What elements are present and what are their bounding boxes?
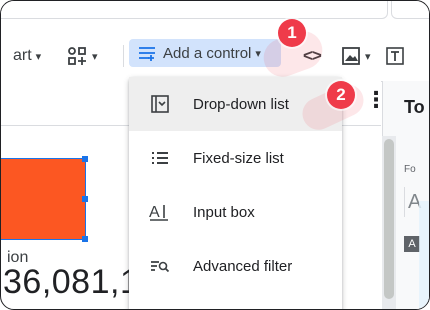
control-icon — [139, 47, 155, 61]
menu-item-input-box[interactable]: A Input box — [129, 185, 342, 239]
menu-item-label: Fixed-size list — [193, 149, 284, 167]
image-icon — [342, 47, 360, 65]
add-control-label: Add a control — [163, 44, 252, 62]
text-box-icon — [386, 47, 404, 65]
chevron-down-icon: ▾ — [365, 50, 371, 63]
resize-handle[interactable] — [82, 196, 88, 202]
panel-highlight — [419, 201, 429, 309]
chevron-down-icon: ▾ — [92, 50, 98, 63]
menu-item-label: Input box — [193, 203, 255, 221]
add-chart-label: art — [13, 47, 32, 64]
panel-field-label: Fo — [404, 164, 416, 175]
chevron-down-icon: ▾ — [255, 47, 261, 60]
app-window: art ▾ ▾ <> ▾ Add a control ▾ ⋮ To Fo A A… — [0, 0, 430, 310]
metric-value: 36,081,1 — [3, 263, 140, 301]
menu-item-label: Advanced filter — [193, 257, 293, 275]
svg-text:A: A — [149, 204, 160, 221]
resize-handle[interactable] — [82, 156, 88, 162]
community-viz-icon — [68, 47, 86, 65]
top-field[interactable] — [1, 1, 388, 19]
advanced-filter-icon — [149, 255, 171, 277]
text-box-button[interactable] — [385, 43, 405, 69]
chevron-down-icon: ▾ — [35, 50, 42, 63]
top-field-right[interactable] — [391, 1, 429, 19]
step-badge-1: 1 — [278, 19, 306, 47]
resize-handle[interactable] — [82, 236, 88, 242]
dropdown-list-icon — [149, 93, 171, 115]
add-chart-button[interactable]: art ▾ — [13, 43, 41, 69]
list-icon — [149, 147, 171, 169]
add-community-viz-button[interactable]: ▾ — [67, 43, 98, 69]
image-button[interactable]: ▾ — [341, 43, 371, 69]
step-badge-2: 2 — [327, 81, 355, 109]
input-box-icon: A — [149, 201, 171, 223]
add-control-button[interactable]: Add a control ▾ — [129, 39, 281, 67]
panel-chip[interactable]: A — [404, 236, 420, 252]
menu-item-label: Drop-down list — [193, 95, 289, 113]
menu-item-fixed-size-list[interactable]: Fixed-size list — [129, 131, 342, 185]
menu-item-advanced-filter[interactable]: Advanced filter — [129, 239, 342, 293]
toolbar-divider — [123, 45, 124, 67]
panel-scrollbar-thumb[interactable] — [384, 139, 394, 299]
panel-title: To — [404, 97, 425, 117]
selected-chart[interactable] — [1, 158, 86, 240]
